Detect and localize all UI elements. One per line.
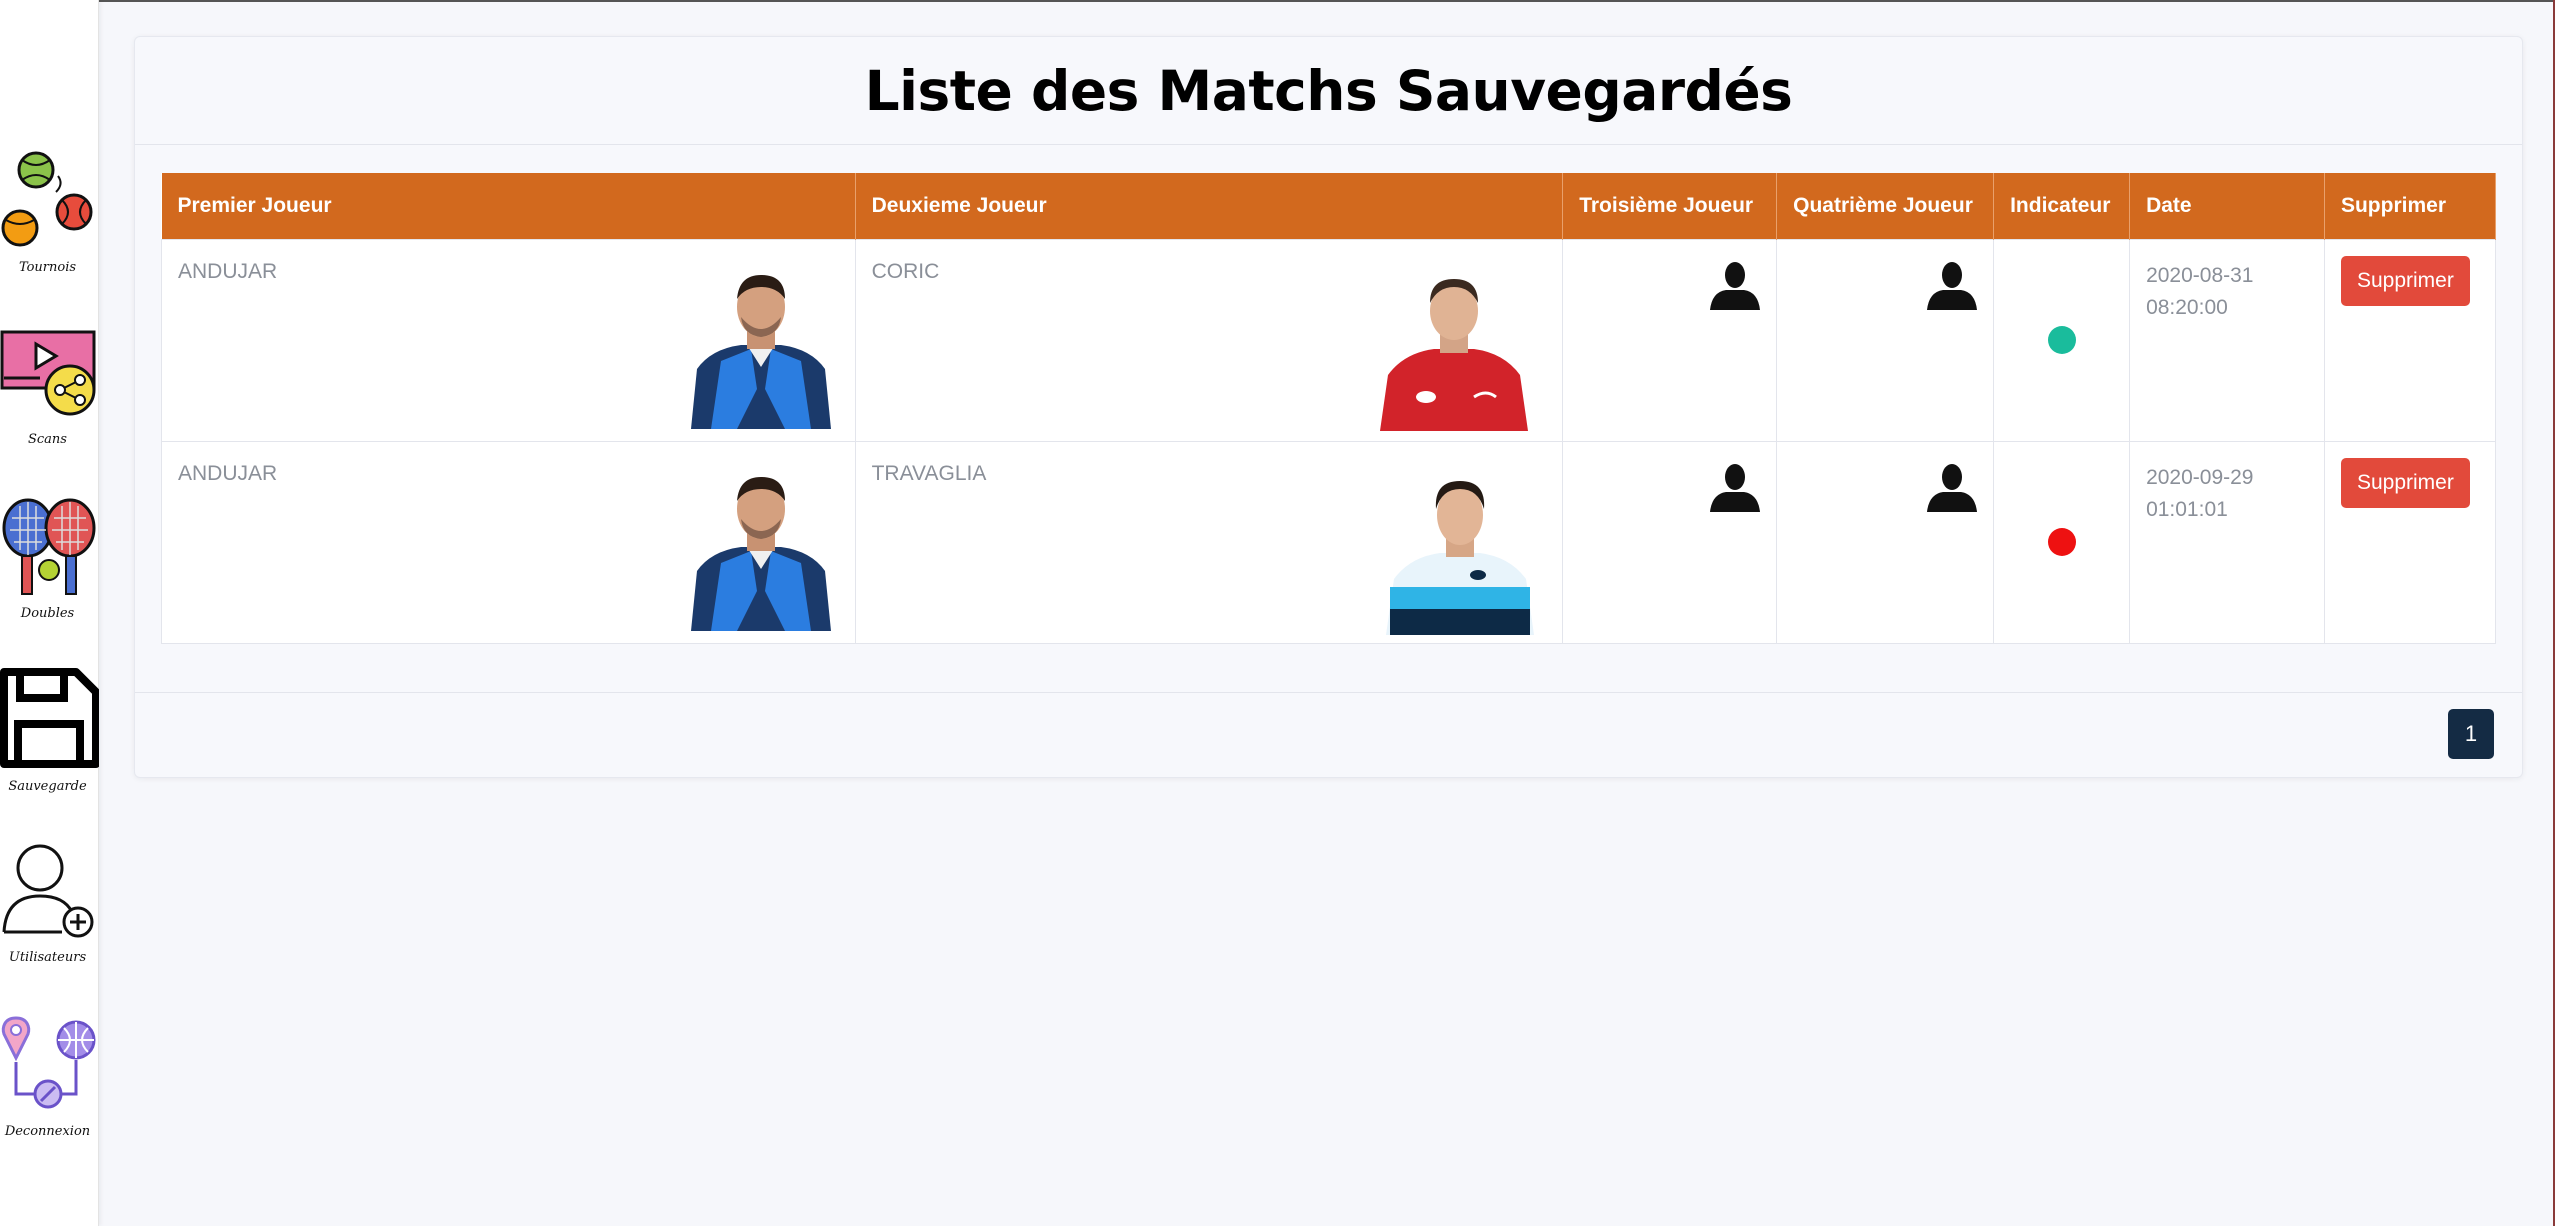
player-silhouette-icon	[1927, 261, 1978, 310]
match-date-day: 2020-09-29	[2146, 465, 2254, 489]
player3-cell	[1562, 440, 1778, 644]
indicator-cell	[1993, 238, 2131, 442]
table-header-row: Premier Joueur Deuxieme Joueur Troisième…	[161, 173, 2497, 239]
sidebar-item-label: Doubles	[20, 606, 75, 621]
match-date: 2020-09-29 01:01:01	[2146, 462, 2253, 526]
status-indicator-dot	[2047, 527, 2076, 556]
player2-photo	[1380, 278, 1529, 431]
delete-cell: Supprimer	[2323, 440, 2497, 644]
video-share-icon	[0, 330, 96, 416]
player-silhouette-icon	[1710, 463, 1761, 512]
sidebar-item-sauvegarde[interactable]: Sauvegarde	[0, 668, 99, 798]
sidebar-item-doubles[interactable]: Doubles	[0, 498, 99, 626]
player2-name: TRAVAGLIA	[871, 461, 987, 485]
sidebar-item-label: Utilisateurs	[8, 950, 87, 965]
date-cell: 2020-09-29 01:01:01	[2129, 440, 2325, 644]
player2-name: CORIC	[871, 259, 940, 283]
sidebar: Tournois Scans Doubles Sauvegarde Utilis…	[0, 0, 99, 1226]
player1-cell: ANDUJAR	[161, 238, 856, 442]
add-user-icon	[2, 844, 94, 938]
player1-cell: ANDUJAR	[161, 440, 856, 644]
sidebar-item-label: Scans	[28, 432, 67, 447]
sidebar-item-tournois[interactable]: Tournois	[0, 148, 99, 278]
player2-cell: TRAVAGLIA	[854, 440, 1564, 644]
match-date-time: 01:01:01	[2146, 497, 2228, 521]
column-header-quatrieme-joueur: Quatrième Joueur	[1776, 173, 1995, 239]
player-silhouette-icon	[1710, 261, 1761, 310]
player3-cell	[1562, 238, 1778, 442]
player2-cell: CORIC	[854, 238, 1564, 442]
column-header-indicateur: Indicateur	[1993, 173, 2131, 239]
sidebar-item-deconnexion[interactable]: Deconnexion	[0, 1014, 99, 1146]
card-header: Liste des Matchs Sauvegardés	[135, 37, 2522, 145]
page-title: Liste des Matchs Sauvegardés	[864, 58, 1793, 123]
delete-cell: Supprimer	[2323, 238, 2497, 442]
match-date-day: 2020-08-31	[2146, 263, 2254, 287]
player2-photo	[1386, 480, 1535, 635]
floppy-disk-icon	[0, 668, 99, 768]
status-indicator-dot	[2047, 325, 2076, 354]
tennis-balls-icon	[1, 151, 93, 247]
sidebar-item-utilisateurs[interactable]: Utilisateurs	[0, 842, 99, 972]
player4-cell	[1776, 238, 1995, 442]
column-header-deuxieme-joueur: Deuxieme Joueur	[855, 173, 1564, 239]
player1-photo	[690, 274, 831, 429]
tennis-rackets-icon	[2, 498, 96, 595]
indicator-cell	[1993, 440, 2131, 644]
table-row: ANDUJAR TRAVAGLIA 2020-09-29 01:01:01 Su…	[161, 440, 2497, 644]
location-network-icon	[1, 1016, 96, 1109]
column-header-date: Date	[2129, 173, 2325, 239]
column-header-premier-joueur: Premier Joueur	[161, 173, 856, 239]
sidebar-item-scans[interactable]: Scans	[0, 328, 99, 453]
player4-cell	[1776, 440, 1995, 644]
pagination-page-button[interactable]: 1	[2448, 709, 2494, 759]
matches-table: Premier Joueur Deuxieme Joueur Troisième…	[161, 173, 2497, 644]
sidebar-item-label: Sauvegarde	[8, 779, 87, 794]
player1-name: ANDUJAR	[178, 259, 278, 283]
date-cell: 2020-08-31 08:20:00	[2129, 238, 2325, 442]
column-header-supprimer: Supprimer	[2324, 173, 2497, 239]
delete-button[interactable]: Supprimer	[2340, 255, 2470, 306]
player-silhouette-icon	[1927, 463, 1978, 512]
card-footer: 1	[135, 692, 2522, 777]
player1-photo	[690, 476, 831, 631]
match-date-time: 08:20:00	[2146, 295, 2228, 319]
match-date: 2020-08-31 08:20:00	[2146, 260, 2253, 324]
table-row: ANDUJAR CORIC 2020-08-31 08:20:00 Suppri…	[161, 238, 2497, 442]
saved-matches-card: Liste des Matchs Sauvegardés Premier Jou…	[134, 36, 2523, 778]
player1-name: ANDUJAR	[178, 461, 278, 485]
sidebar-item-label: Tournois	[18, 260, 77, 275]
column-header-troisieme-joueur: Troisième Joueur	[1562, 173, 1778, 239]
sidebar-item-label: Deconnexion	[4, 1124, 91, 1139]
delete-button[interactable]: Supprimer	[2340, 457, 2470, 508]
